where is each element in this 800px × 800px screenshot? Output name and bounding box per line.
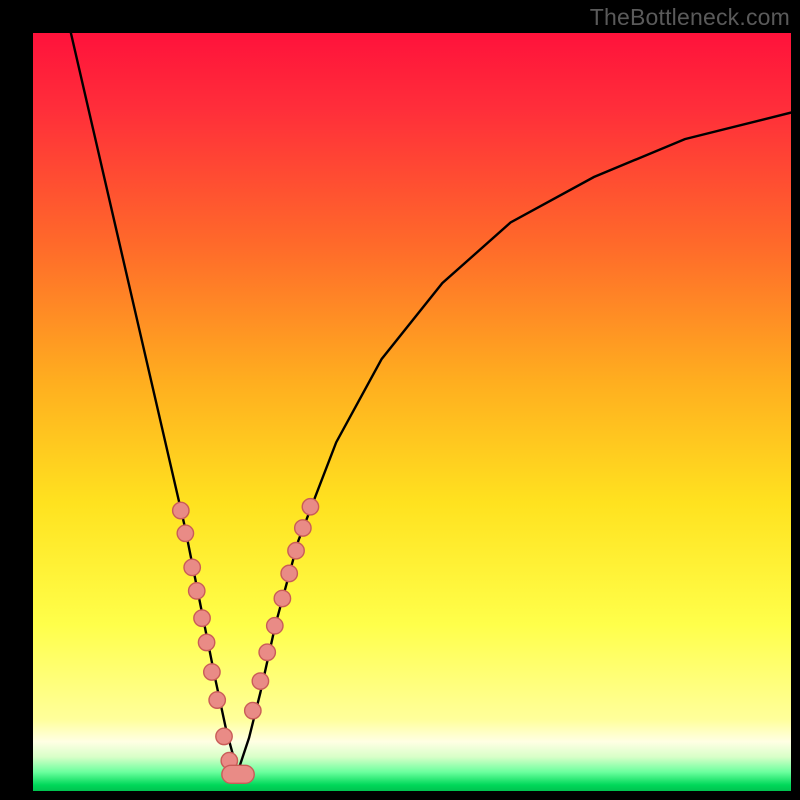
chart-frame: TheBottleneck.com (0, 0, 800, 800)
plot-area (33, 33, 791, 791)
watermark-text: TheBottleneck.com (590, 4, 790, 31)
heat-gradient-bg (33, 33, 791, 791)
